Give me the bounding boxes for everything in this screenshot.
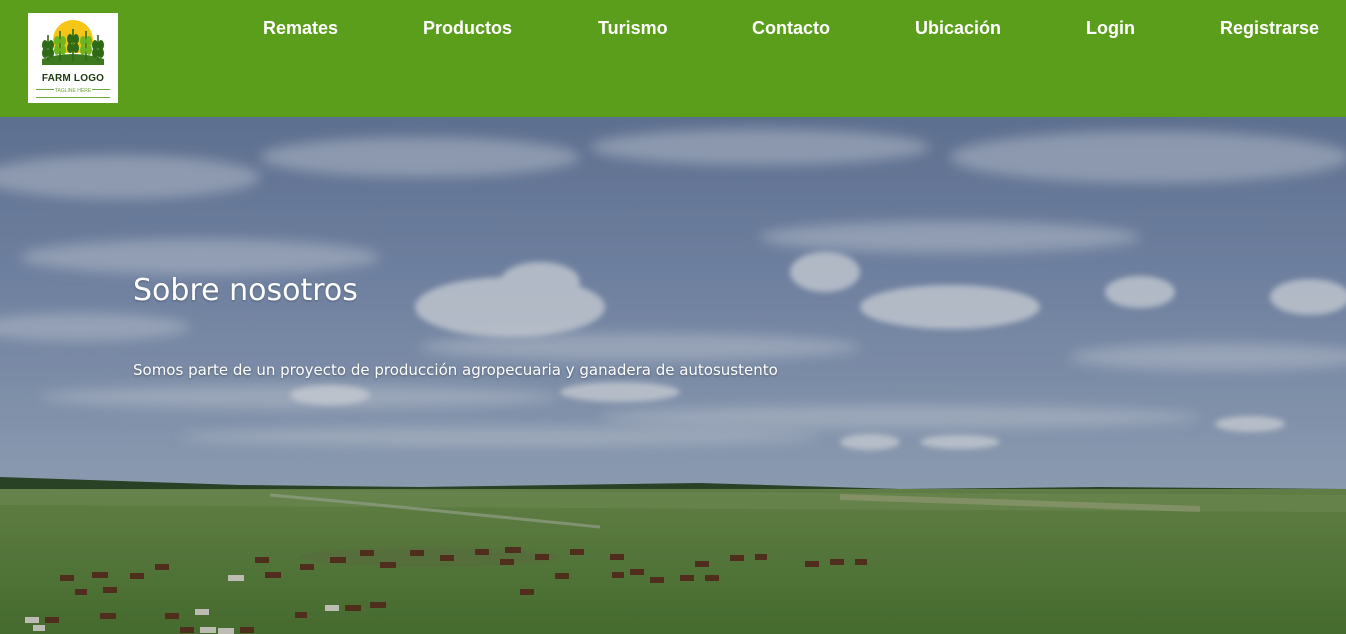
hero-section: Sobre nosotros Somos parte de un proyect… <box>0 117 1346 634</box>
hero-title: Sobre nosotros <box>133 273 358 308</box>
logo-tagline: TAGLINE HERE <box>54 88 92 94</box>
nav-registrarse[interactable]: Registrarse <box>1220 17 1319 39</box>
farm-sun-wheat-icon <box>28 20 118 73</box>
nav-ubicacion[interactable]: Ubicación <box>915 17 1001 39</box>
nav-login[interactable]: Login <box>1086 17 1135 39</box>
nav-turismo[interactable]: Turismo <box>598 17 668 39</box>
farm-logo[interactable]: FARM LOGO TAGLINE HERE <box>28 13 118 103</box>
navbar: FARM LOGO TAGLINE HERE Remates Productos… <box>0 0 1346 117</box>
logo-divider <box>36 97 110 98</box>
nav-remates[interactable]: Remates <box>263 17 338 39</box>
logo-title: FARM LOGO <box>41 73 105 84</box>
hero-description: Somos parte de un proyecto de producción… <box>133 361 778 379</box>
nav-productos[interactable]: Productos <box>423 17 512 39</box>
nav-contacto[interactable]: Contacto <box>752 17 830 39</box>
